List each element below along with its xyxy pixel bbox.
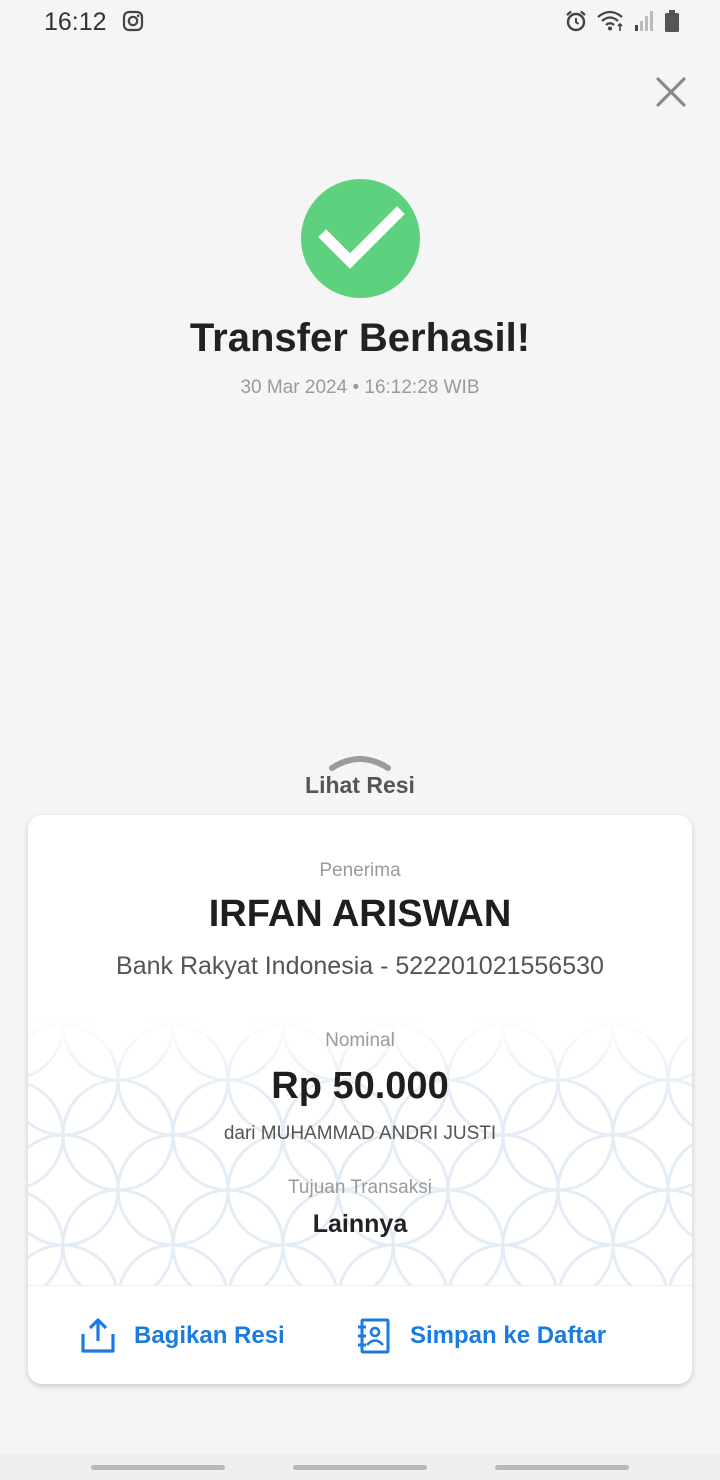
background-pattern — [28, 1015, 692, 1285]
check-icon — [318, 206, 405, 269]
share-receipt-button[interactable]: Bagikan Resi — [80, 1286, 285, 1384]
status-icons — [564, 8, 680, 34]
navigation-bar — [0, 1454, 720, 1480]
chevron-up-icon[interactable] — [328, 752, 392, 772]
save-to-list-button[interactable]: Simpan ke Daftar — [356, 1286, 606, 1384]
share-receipt-label: Bagikan Resi — [134, 1321, 285, 1349]
purpose-label: Tujuan Transaksi — [288, 1177, 432, 1198]
amount-value: Rp 50.000 — [271, 1065, 449, 1107]
nav-recents-button[interactable] — [91, 1465, 225, 1470]
close-icon[interactable] — [652, 73, 690, 111]
transaction-datetime: 30 Mar 2024 • 16:12:28 WIB — [240, 377, 480, 398]
amount-label: Nominal — [325, 1030, 395, 1051]
receipt-actions: Bagikan Resi Simpan ke Daftar — [28, 1285, 692, 1384]
success-title: Transfer Berhasil! — [189, 316, 531, 360]
recipient-bank: Bank Rakyat Indonesia - 522201021556530 — [116, 952, 604, 980]
save-to-list-label: Simpan ke Daftar — [410, 1321, 607, 1349]
battery-icon — [665, 10, 679, 32]
sender-name: dari MUHAMMAD ANDRI JUSTI — [223, 1123, 497, 1144]
share-icon — [81, 1317, 115, 1353]
status-time: 16:12 — [44, 8, 107, 36]
receipt-card: Penerima IRFAN ARISWAN Bank Rakyat Indon… — [28, 815, 692, 1384]
contact-book-icon — [358, 1318, 390, 1353]
view-receipt-toggle[interactable]: Lihat Resi — [0, 772, 720, 799]
nav-back-button[interactable] — [495, 1465, 629, 1470]
success-badge — [301, 179, 420, 298]
nav-home-button[interactable] — [293, 1465, 427, 1470]
purpose-value: Lainnya — [312, 1210, 408, 1238]
wifi-icon — [597, 10, 623, 31]
status-bar: 16:12 — [0, 0, 720, 44]
recipient-label: Penerima — [319, 860, 401, 881]
recipient-name: IRFAN ARISWAN — [208, 893, 512, 935]
instagram-icon — [122, 10, 144, 32]
alarm-icon — [566, 10, 586, 32]
signal-icon — [635, 11, 653, 31]
